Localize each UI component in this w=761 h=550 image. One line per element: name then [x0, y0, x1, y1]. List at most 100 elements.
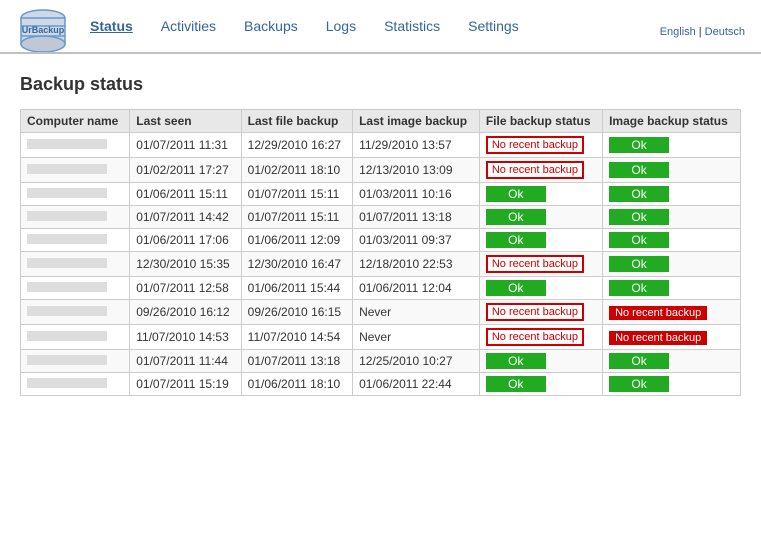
table-row: 01/02/2011 17:2701/02/2011 18:1012/13/20…	[21, 158, 741, 183]
last-seen-cell: 01/07/2011 14:42	[130, 206, 241, 229]
last-seen-cell: 09/26/2010 16:12	[130, 300, 241, 325]
last-file-cell: 01/07/2011 13:18	[241, 350, 352, 373]
nav-logs[interactable]: Logs	[326, 18, 356, 34]
computer-name-redacted	[27, 306, 107, 316]
computer-name-cell	[21, 252, 130, 277]
status-warn-badge: No recent backup	[486, 303, 584, 321]
col-last-file-backup: Last file backup	[241, 110, 352, 133]
image-status-cell: Ok	[603, 158, 741, 183]
computer-name-cell	[21, 158, 130, 183]
last-file-cell: 11/07/2010 14:54	[241, 325, 352, 350]
status-ok-badge: Ok	[486, 186, 546, 202]
computer-name-cell	[21, 206, 130, 229]
computer-name-redacted	[27, 234, 107, 244]
computer-name-redacted	[27, 188, 107, 198]
last-file-cell: 12/29/2010 16:27	[241, 133, 352, 158]
computer-name-redacted	[27, 355, 107, 365]
logo: UrBackup	[16, 8, 70, 52]
status-ok-badge: Ok	[609, 256, 669, 272]
last-seen-cell: 01/07/2011 12:58	[130, 277, 241, 300]
last-image-cell: 01/03/2011 10:16	[353, 183, 480, 206]
table-row: 09/26/2010 16:1209/26/2010 16:15Never No …	[21, 300, 741, 325]
file-status-cell: No recent backup	[479, 133, 602, 158]
last-image-cell: 01/07/2011 13:18	[353, 206, 480, 229]
file-status-cell: Ok	[479, 373, 602, 396]
last-file-cell: 01/07/2011 15:11	[241, 183, 352, 206]
file-status-cell: No recent backup	[479, 325, 602, 350]
col-last-seen: Last seen	[130, 110, 241, 133]
computer-name-cell	[21, 277, 130, 300]
status-ok-badge: Ok	[609, 162, 669, 178]
image-status-cell: Ok	[603, 206, 741, 229]
status-warn-badge: No recent backup	[486, 161, 584, 179]
table-row: 12/30/2010 15:3512/30/2010 16:4712/18/20…	[21, 252, 741, 277]
last-image-cell: 12/18/2010 22:53	[353, 252, 480, 277]
nav-settings[interactable]: Settings	[468, 18, 519, 34]
col-file-status: File backup status	[479, 110, 602, 133]
image-status-cell: Ok	[603, 133, 741, 158]
status-warn-red-badge: No recent backup	[609, 306, 707, 320]
image-status-cell: Ok	[603, 350, 741, 373]
image-status-cell: No recent backup	[603, 325, 741, 350]
last-file-cell: 01/07/2011 15:11	[241, 206, 352, 229]
table-row: 01/07/2011 12:5801/06/2011 15:4401/06/20…	[21, 277, 741, 300]
status-warn-badge: No recent backup	[486, 136, 584, 154]
last-seen-cell: 01/02/2011 17:27	[130, 158, 241, 183]
file-status-cell: Ok	[479, 277, 602, 300]
last-image-cell: 01/06/2011 12:04	[353, 277, 480, 300]
last-image-cell: 01/06/2011 22:44	[353, 373, 480, 396]
last-file-cell: 09/26/2010 16:15	[241, 300, 352, 325]
file-status-cell: No recent backup	[479, 252, 602, 277]
last-image-cell: 12/25/2010 10:27	[353, 350, 480, 373]
image-status-cell: Ok	[603, 252, 741, 277]
image-status-cell: Ok	[603, 277, 741, 300]
backup-status-table: Computer name Last seen Last file backup…	[20, 109, 741, 396]
table-row: 01/07/2011 14:4201/07/2011 15:1101/07/20…	[21, 206, 741, 229]
page-title: Backup status	[20, 74, 741, 95]
last-seen-cell: 01/07/2011 15:19	[130, 373, 241, 396]
status-ok-badge: Ok	[609, 186, 669, 202]
computer-name-redacted	[27, 378, 107, 388]
table-row: 01/06/2011 15:1101/07/2011 15:1101/03/20…	[21, 183, 741, 206]
last-seen-cell: 01/07/2011 11:44	[130, 350, 241, 373]
last-image-cell: 01/03/2011 09:37	[353, 229, 480, 252]
last-image-cell: Never	[353, 300, 480, 325]
svg-text:UrBackup: UrBackup	[22, 25, 65, 35]
file-status-cell: No recent backup	[479, 158, 602, 183]
computer-name-cell	[21, 133, 130, 158]
last-seen-cell: 12/30/2010 15:35	[130, 252, 241, 277]
nav-statistics[interactable]: Statistics	[384, 18, 440, 34]
computer-name-redacted	[27, 164, 107, 174]
lang-deutsch[interactable]: Deutsch	[705, 26, 745, 38]
image-status-cell: No recent backup	[603, 300, 741, 325]
status-warn-red-badge: No recent backup	[609, 331, 707, 345]
file-status-cell: No recent backup	[479, 300, 602, 325]
nav-activities[interactable]: Activities	[161, 18, 216, 34]
last-file-cell: 01/06/2011 15:44	[241, 277, 352, 300]
status-ok-badge: Ok	[609, 353, 669, 369]
last-seen-cell: 01/06/2011 15:11	[130, 183, 241, 206]
computer-name-redacted	[27, 139, 107, 149]
lang-separator: |	[699, 26, 702, 38]
status-ok-badge: Ok	[609, 232, 669, 248]
main-content: Backup status Computer name Last seen La…	[0, 54, 761, 416]
nav-status[interactable]: Status	[90, 18, 133, 34]
table-row: 01/06/2011 17:0601/06/2011 12:0901/03/20…	[21, 229, 741, 252]
computer-name-cell	[21, 300, 130, 325]
lang-english[interactable]: English	[660, 26, 696, 38]
nav-backups[interactable]: Backups	[244, 18, 298, 34]
language-selector: English | Deutsch	[660, 22, 745, 38]
col-computer-name: Computer name	[21, 110, 130, 133]
computer-name-cell	[21, 183, 130, 206]
file-status-cell: Ok	[479, 229, 602, 252]
computer-name-cell	[21, 350, 130, 373]
status-warn-badge: No recent backup	[486, 328, 584, 346]
main-nav: Status Activities Backups Logs Statistic…	[90, 18, 519, 42]
last-seen-cell: 11/07/2010 14:53	[130, 325, 241, 350]
file-status-cell: Ok	[479, 350, 602, 373]
status-ok-badge: Ok	[486, 232, 546, 248]
computer-name-redacted	[27, 331, 107, 341]
file-status-cell: Ok	[479, 183, 602, 206]
last-image-cell: 12/13/2010 13:09	[353, 158, 480, 183]
table-row: 11/07/2010 14:5311/07/2010 14:54NeverNo …	[21, 325, 741, 350]
